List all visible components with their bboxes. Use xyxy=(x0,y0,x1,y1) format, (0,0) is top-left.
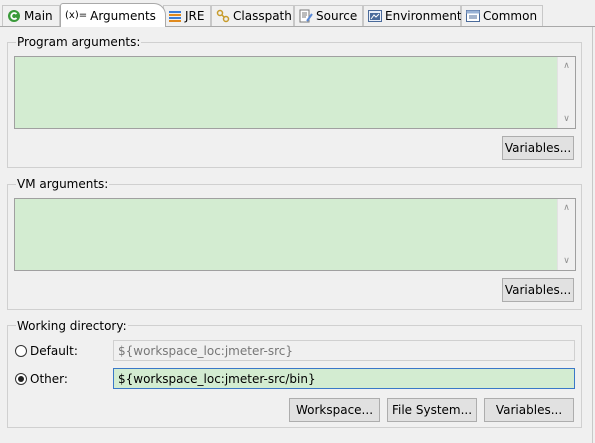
tab-source-label: Source xyxy=(316,9,358,23)
program-arguments-title: Program arguments: xyxy=(16,35,142,49)
tab-jre[interactable]: JRE xyxy=(163,5,211,26)
program-arguments-input[interactable]: ∧ ∨ xyxy=(14,56,576,129)
working-directory-variables-button[interactable]: Variables... xyxy=(484,398,574,422)
default-radio-option[interactable]: Default: xyxy=(15,344,78,358)
tab-classpath[interactable]: Classpath xyxy=(211,5,294,26)
tab-main[interactable]: Main xyxy=(2,5,60,26)
other-radio[interactable] xyxy=(15,373,27,385)
scroll-up-icon[interactable]: ∧ xyxy=(558,201,575,215)
default-radio-label: Default: xyxy=(30,344,78,358)
scroll-up-icon[interactable]: ∧ xyxy=(558,59,575,73)
jre-icon xyxy=(168,9,182,23)
workspace-button[interactable]: Workspace... xyxy=(289,398,380,422)
launch-config-tabs: Main (x)= Arguments JRE Classpath Source… xyxy=(0,0,595,27)
tab-environment-label: Environment xyxy=(385,9,462,23)
tab-jre-label: JRE xyxy=(185,9,205,23)
classpath-icon xyxy=(216,9,230,23)
working-directory-title: Working directory: xyxy=(16,319,128,333)
file-system-button[interactable]: File System... xyxy=(387,398,477,422)
program-arguments-variables-button[interactable]: Variables... xyxy=(502,136,574,160)
other-directory-field[interactable]: ${workspace_loc:jmeter-src/bin} xyxy=(113,368,575,389)
other-radio-label: Other: xyxy=(30,372,68,386)
tab-environment[interactable]: Environment xyxy=(363,5,462,26)
default-radio[interactable] xyxy=(15,345,27,357)
program-arguments-scrollbar[interactable]: ∧ ∨ xyxy=(557,57,575,128)
main-icon xyxy=(7,9,21,23)
tab-main-label: Main xyxy=(24,9,53,23)
default-directory-field: ${workspace_loc:jmeter-src} xyxy=(113,340,575,361)
vm-arguments-variables-button[interactable]: Variables... xyxy=(502,278,574,302)
vm-arguments-title: VM arguments: xyxy=(16,177,110,191)
tab-common-label: Common xyxy=(483,9,538,23)
common-icon xyxy=(466,9,480,23)
tab-common[interactable]: Common xyxy=(461,5,543,26)
source-icon xyxy=(299,9,313,23)
arguments-icon: (x)= xyxy=(65,10,88,21)
tab-arguments[interactable]: (x)= Arguments xyxy=(60,3,166,27)
scroll-down-icon[interactable]: ∨ xyxy=(558,254,575,268)
panel-border xyxy=(592,27,593,443)
tab-arguments-label: Arguments xyxy=(90,8,156,23)
vm-arguments-input[interactable]: ∧ ∨ xyxy=(14,198,576,271)
tab-source[interactable]: Source xyxy=(294,5,363,26)
other-radio-option[interactable]: Other: xyxy=(15,372,68,386)
scroll-down-icon[interactable]: ∨ xyxy=(558,112,575,126)
vm-arguments-scrollbar[interactable]: ∧ ∨ xyxy=(557,199,575,270)
environment-icon xyxy=(368,9,382,23)
tab-classpath-label: Classpath xyxy=(233,9,292,23)
